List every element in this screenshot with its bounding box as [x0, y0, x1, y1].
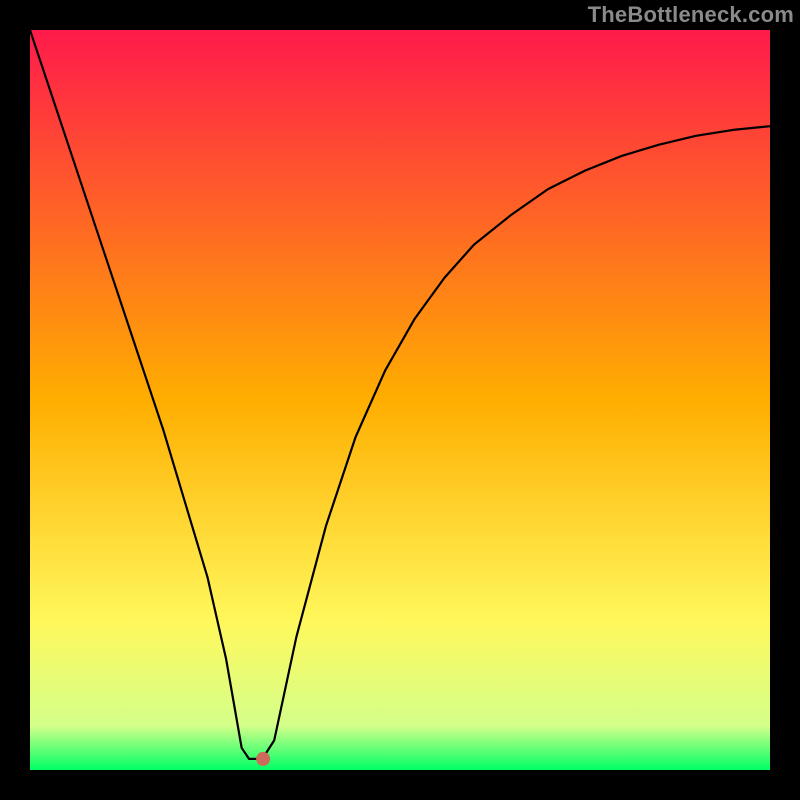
watermark-label: TheBottleneck.com [588, 2, 794, 28]
optimum-marker [256, 752, 270, 766]
chart-frame: TheBottleneck.com [0, 0, 800, 800]
chart-plot [30, 30, 770, 770]
